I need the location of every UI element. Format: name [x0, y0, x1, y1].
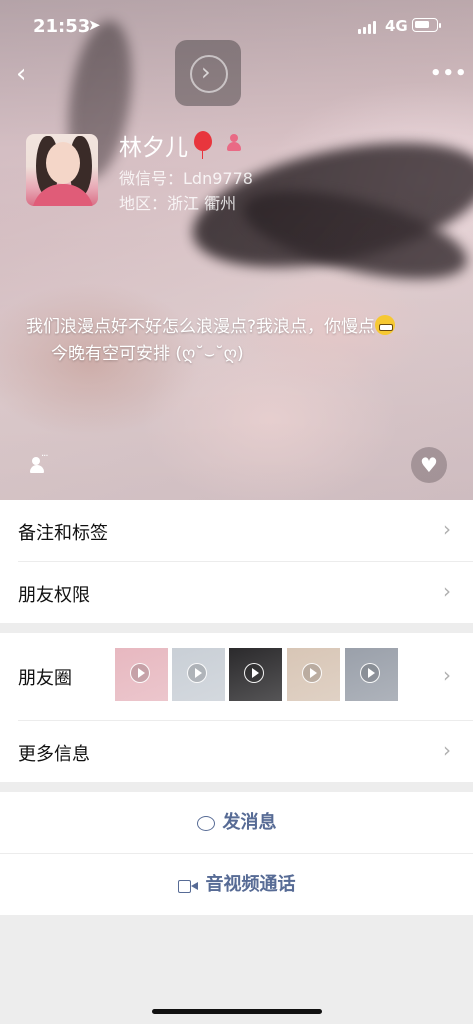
- send-message-button[interactable]: 发消息: [0, 792, 473, 853]
- region: 地区：浙江 衢州: [119, 194, 237, 213]
- actions-group: 发消息 音视频通话: [0, 792, 473, 915]
- video-call-label: 音视频通话: [205, 874, 296, 895]
- like-button[interactable]: ♥: [411, 447, 447, 483]
- settings-group: 备注和标签 › 朋友权限 ›: [0, 500, 473, 623]
- video-call-button[interactable]: 音视频通话: [0, 854, 473, 915]
- signature: 我们浪漫点好不好怎么浪漫点?我浪点，你慢点 今晚有空可安排 (ღ˘⌣˘ღ): [26, 314, 456, 368]
- send-message-label: 发消息: [222, 812, 277, 833]
- female-gender-icon: [226, 134, 242, 152]
- balloon-icon: [194, 131, 212, 159]
- moment-thumb: [287, 648, 340, 701]
- grin-emoji-icon: [375, 315, 396, 335]
- network-type: 4G: [385, 17, 408, 35]
- moment-thumb: [229, 648, 282, 701]
- heart-icon: ♥: [420, 453, 438, 477]
- location-arrow-icon: ➤: [88, 16, 101, 34]
- remarks-tags-label: 备注和标签: [18, 523, 108, 544]
- home-indicator: [152, 1009, 322, 1014]
- friend-permissions-label: 朋友权限: [18, 585, 90, 606]
- chevron-right-icon: ›: [443, 738, 451, 762]
- play-circle-icon: [360, 663, 380, 683]
- signature-line-2: 今晚有空可安排 (ღ˘⌣˘ღ): [51, 344, 244, 364]
- battery-icon: [412, 18, 441, 32]
- remarks-tags-row[interactable]: 备注和标签 ›: [0, 500, 473, 561]
- battery-level: [415, 21, 429, 28]
- video-camera-icon: [177, 880, 198, 893]
- chevron-right-icon: ›: [443, 663, 451, 687]
- chevron-right-icon: ›: [201, 58, 211, 86]
- signal-icon: [358, 21, 380, 34]
- play-circle-icon: [244, 663, 264, 683]
- moments-row[interactable]: 朋友圈 ›: [0, 633, 473, 720]
- message-bubble-icon: [196, 816, 215, 831]
- signature-line-1: 我们浪漫点好不好怎么浪漫点?我浪点，你慢点: [26, 317, 376, 337]
- wechat-id: 微信号：Ldn9778: [119, 169, 253, 188]
- more-dots-icon[interactable]: •••: [430, 63, 468, 84]
- friend-permissions-row[interactable]: 朋友权限 ›: [0, 562, 473, 623]
- moment-thumb: [172, 648, 225, 701]
- info-group: 朋友圈 › 更多信息 ›: [0, 633, 473, 782]
- avatar[interactable]: [26, 134, 98, 206]
- back-chevron-icon[interactable]: ‹: [16, 61, 40, 87]
- moments-label: 朋友圈: [18, 668, 72, 689]
- more-info-row[interactable]: 更多信息 ›: [0, 721, 473, 782]
- profile-name: 林夕儿: [119, 135, 188, 161]
- chevron-right-icon: ›: [443, 517, 451, 541]
- moment-thumb: [115, 648, 168, 701]
- moment-thumb: [345, 648, 398, 701]
- status-person-icon[interactable]: ···: [30, 451, 52, 475]
- play-circle-icon: [187, 663, 207, 683]
- more-info-label: 更多信息: [18, 744, 90, 765]
- play-circle-icon: [302, 663, 322, 683]
- play-circle-icon: [130, 663, 150, 683]
- chevron-right-icon: ›: [443, 579, 451, 603]
- status-time: 21:53: [33, 16, 91, 37]
- cover-video-button[interactable]: ›: [175, 40, 241, 106]
